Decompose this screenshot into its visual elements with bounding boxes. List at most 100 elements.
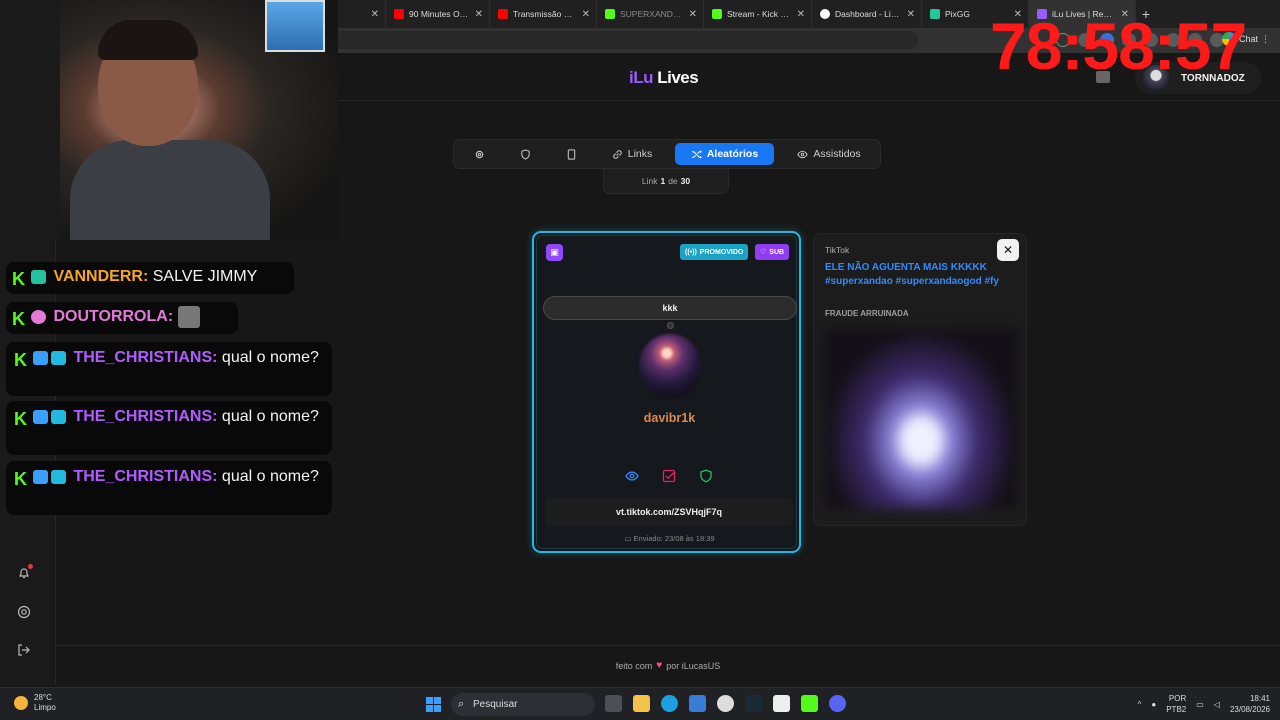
close-icon[interactable]: ✕ (475, 9, 483, 20)
link-counter: Link 1 de 30 (603, 169, 729, 194)
browser-tab[interactable]: SUPERXANDAO Sh ✕ (597, 0, 704, 28)
taskbar-search[interactable]: ⌕ Pesquisar (451, 693, 595, 716)
chat-username: THE_CHRISTIANS: (73, 408, 218, 425)
logo-prefix: iLu (629, 68, 654, 87)
kick-icon (605, 9, 615, 19)
youtube-icon (394, 9, 404, 19)
chat-message: K THE_CHRISTIANS: qual o nome? (6, 401, 332, 455)
app-logo[interactable]: iLu Lives (629, 68, 699, 88)
menu-icon[interactable]: ⋮ (1261, 34, 1270, 45)
kick-icon: K (12, 309, 25, 329)
promoted-label: PROMOVIDO (699, 248, 744, 256)
browser-tab[interactable]: Stream - Kick Dashb ✕ (704, 0, 812, 28)
chevron-up-icon[interactable]: ^ (1138, 700, 1142, 709)
link-icon (613, 149, 622, 159)
tab-title: Dashboard - LivePix (835, 9, 901, 19)
clock-date[interactable]: 23/08/2026 (1230, 704, 1270, 715)
sub-label: SUB (769, 248, 785, 256)
browser-tab[interactable]: Transmissão ao vivo ✕ (490, 0, 597, 28)
windows-start-icon[interactable] (426, 697, 441, 712)
stream-timer: 78:58:57 (990, 9, 1247, 83)
microphone-icon[interactable]: ● (1151, 700, 1156, 709)
task-view-icon[interactable] (605, 695, 622, 712)
tab-moderation[interactable] (506, 143, 544, 165)
url-field[interactable] (338, 31, 918, 49)
clock-time[interactable]: 18:41 (1230, 693, 1270, 704)
tab-title: Stream - Kick Dashb (727, 9, 791, 19)
preview-title[interactable]: ELE NÃO AGUENTA MAIS KKKKK #superxandao … (825, 261, 1000, 288)
card-inner: ▣ ((•)) PROMOVIDO ♡ SUB kkk davibr1k vt.ti… (536, 235, 797, 549)
footer-author: por iLucasUS (666, 660, 721, 671)
shuffle-icon (691, 149, 702, 159)
temperature: 28°C (34, 693, 52, 702)
kick-app-icon[interactable] (801, 695, 818, 712)
discord-icon[interactable] (829, 695, 846, 712)
support-icon[interactable] (17, 605, 31, 619)
kick-icon: K (12, 268, 25, 289)
tab-label: Links (627, 148, 653, 160)
weather-widget[interactable]: 28°C Limpo (14, 693, 56, 713)
browser-tab[interactable]: Dashboard - LivePix ✕ (812, 0, 922, 28)
close-button[interactable]: ✕ (997, 239, 1019, 261)
file-explorer-icon[interactable] (633, 695, 650, 712)
chrome-icon[interactable] (717, 695, 734, 712)
weather-condition: Limpo (34, 703, 56, 712)
mod-badge-icon (51, 469, 66, 484)
eye-icon[interactable] (625, 469, 639, 483)
logo-suffix: Lives (657, 68, 699, 87)
close-icon[interactable]: ✕ (907, 9, 915, 20)
tab-links[interactable]: Links (602, 143, 662, 165)
tab-label: Assistidos (813, 148, 861, 160)
close-icon: ✕ (1002, 243, 1014, 257)
tab-title: 90 Minutes Of Meta (409, 9, 469, 19)
gear-icon (475, 150, 483, 158)
browser-tab[interactable]: 90 Minutes Of Meta ✕ (386, 0, 490, 28)
photos-icon[interactable] (689, 695, 706, 712)
tablet-icon (567, 148, 575, 160)
check-square-icon[interactable] (662, 469, 676, 483)
kick-icon: K (14, 468, 27, 489)
chat-username: THE_CHRISTIANS: (73, 349, 218, 366)
logout-icon[interactable] (17, 643, 31, 657)
chat-username: VANNDERR: (53, 268, 149, 285)
tab-watched[interactable]: Assistidos (784, 143, 874, 165)
connector-dot (667, 322, 674, 329)
volume-icon[interactable]: ◁ (1214, 700, 1220, 709)
language[interactable]: POR (1166, 693, 1186, 704)
close-icon[interactable]: ✕ (689, 9, 697, 20)
message-bubble: kkk (543, 296, 797, 320)
counter-total: 30 (680, 176, 691, 186)
network-icon[interactable]: ▭ (1196, 700, 1204, 709)
close-icon[interactable]: ✕ (371, 9, 379, 20)
tab-settings[interactable] (460, 143, 498, 165)
sender-username[interactable]: davibr1k (537, 411, 802, 425)
chat-text: qual o nome? (221, 468, 319, 485)
taskbar-apps (605, 695, 846, 712)
kick-icon: K (14, 408, 27, 429)
chat-username: DOUTORROLA: (53, 308, 174, 326)
twitch-icon: ▣ (546, 244, 563, 261)
shield-icon[interactable] (699, 469, 713, 483)
link-url[interactable]: vt.tiktok.com/ZSVHqjF7q (545, 498, 793, 526)
preview-thumbnail[interactable] (825, 329, 1017, 509)
search-icon: ⌕ (458, 698, 465, 710)
page-footer: feito com ♥ por iLucasUS (56, 645, 1280, 685)
bell-icon[interactable] (17, 564, 33, 580)
tab-title: SUPERXANDAO Sh (620, 9, 683, 19)
keyboard-layout[interactable]: PTB2 (1166, 704, 1186, 715)
mod-badge-icon (51, 409, 66, 424)
tab-device[interactable] (552, 143, 590, 165)
steam-icon[interactable] (745, 695, 762, 712)
notion-icon[interactable] (773, 695, 790, 712)
system-tray: ^ ● POR PTB2 ▭ ◁ 18:41 23/08/2026 (1138, 693, 1270, 715)
heart-icon: ♡ (760, 249, 767, 256)
screen: ✕ 90 Minutes Of Meta ✕ Transmissão ao viv… (0, 0, 1280, 720)
close-icon[interactable]: ✕ (797, 9, 805, 20)
chat-text: SALVE JIMMY (152, 268, 258, 285)
tab-random[interactable]: Aleatórios (675, 143, 774, 165)
notification-dot (28, 564, 33, 569)
weather-icon (14, 696, 28, 710)
browser-tab[interactable]: ✕ (338, 0, 386, 28)
edge-icon[interactable] (661, 695, 678, 712)
close-icon[interactable]: ✕ (582, 9, 590, 20)
